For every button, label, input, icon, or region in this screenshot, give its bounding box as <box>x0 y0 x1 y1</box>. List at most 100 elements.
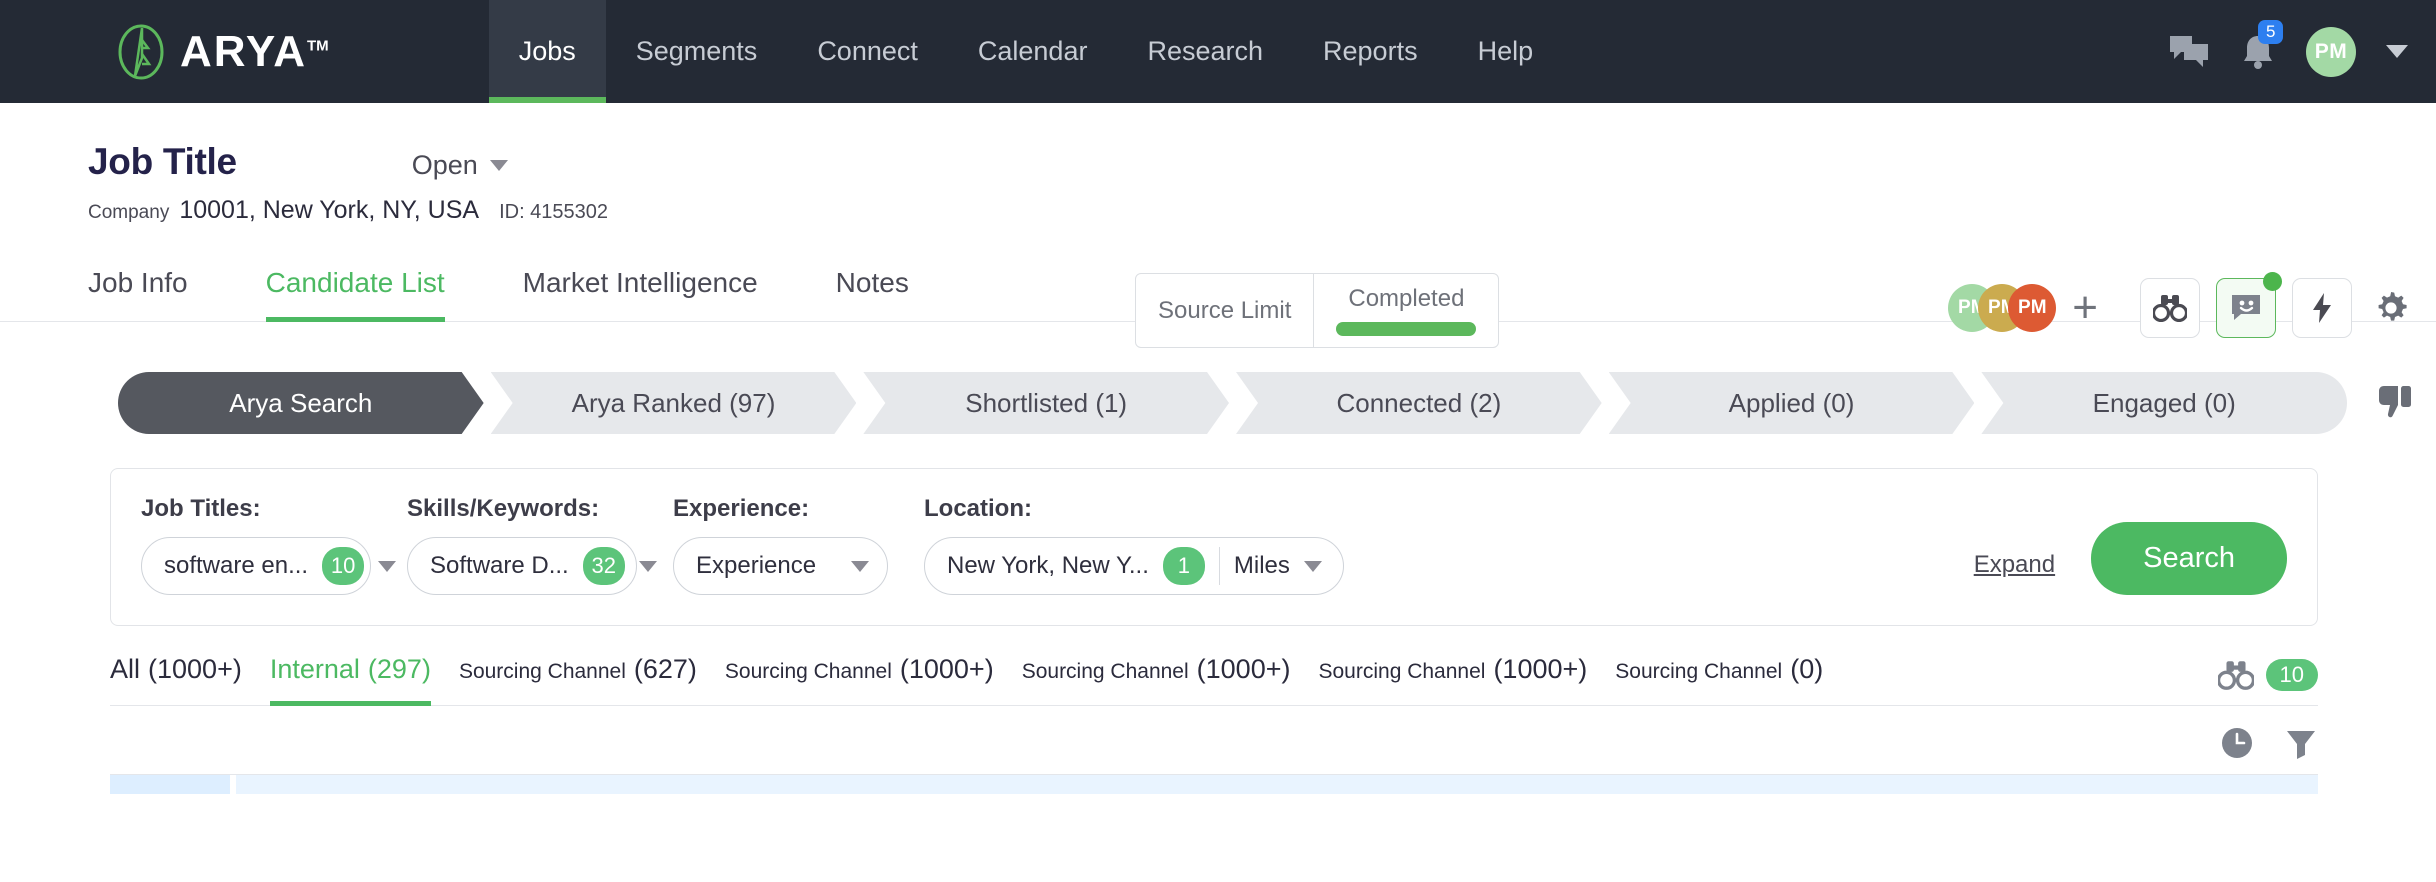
location-value: New York, New Y... <box>947 552 1149 580</box>
pipeline-step-arya-ranked[interactable]: Arya Ranked (97) <box>491 372 857 434</box>
nav-item-segments[interactable]: Segments <box>606 0 788 103</box>
tab-job-info[interactable]: Job Info <box>88 267 188 321</box>
brand-logo[interactable]: ARYATM <box>0 0 329 103</box>
nav-item-jobs[interactable]: Jobs <box>489 0 606 103</box>
tab-label: Job Info <box>88 267 188 298</box>
filter-button[interactable] <box>2284 726 2318 760</box>
avatar[interactable]: PM <box>2008 284 2056 332</box>
automation-button[interactable] <box>2292 278 2352 338</box>
location-dropdown[interactable]: New York, New Y... 1 Miles <box>924 537 1344 595</box>
nav-item-calendar[interactable]: Calendar <box>948 0 1118 103</box>
job-titles-dropdown[interactable]: software en... 10 <box>141 537 371 595</box>
binoculars-button[interactable] <box>2140 278 2200 338</box>
divider <box>1219 547 1220 585</box>
nav-label: Calendar <box>978 36 1088 67</box>
chat-button[interactable] <box>2168 34 2210 70</box>
candidate-pipeline: Arya Search Arya Ranked (97) Shortlisted… <box>0 372 2436 434</box>
pipeline-step-applied[interactable]: Applied (0) <box>1609 372 1975 434</box>
page-title: Job Title <box>88 141 237 183</box>
channel-tab-sourcing-3[interactable]: Sourcing Channel (1000+) <box>1022 654 1291 705</box>
tab-candidate-list[interactable]: Candidate List <box>266 267 445 321</box>
pipeline-track: Arya Search Arya Ranked (97) Shortlisted… <box>118 372 2354 434</box>
search-button[interactable]: Search <box>2091 522 2287 595</box>
brand-name: ARYATM <box>180 30 329 74</box>
pipeline-step-shortlisted[interactable]: Shortlisted (1) <box>863 372 1229 434</box>
channel-tab-internal[interactable]: Internal (297) <box>270 654 431 705</box>
tab-market-intelligence[interactable]: Market Intelligence <box>523 267 758 321</box>
notifications-button[interactable]: 5 <box>2240 32 2276 72</box>
job-header-actions: PM PM PM + <box>1948 278 2414 338</box>
brand-trademark: TM <box>307 37 329 54</box>
sourcing-channel-tabs: All (1000+) Internal (297) Sourcing Chan… <box>110 654 2318 706</box>
nav-right-actions: 5 PM <box>2168 0 2436 103</box>
pipeline-step-label: Applied (0) <box>1729 388 1855 419</box>
preview-cell <box>110 775 230 794</box>
profile-chevron-down-icon[interactable] <box>2386 45 2408 58</box>
settings-button[interactable] <box>2368 289 2414 327</box>
completed-cell[interactable]: Completed <box>1313 274 1498 347</box>
rejected-button[interactable] <box>2376 383 2414 423</box>
channel-tab-sourcing-5[interactable]: Sourcing Channel (0) <box>1615 654 1823 705</box>
channel-tab-all[interactable]: All (1000+) <box>110 654 242 705</box>
channel-count: (1000+) <box>1197 654 1291 685</box>
job-status-dropdown[interactable]: Open <box>412 150 508 181</box>
pipeline-step-label: Engaged (0) <box>2093 388 2236 419</box>
experience-dropdown[interactable]: Experience <box>673 537 888 595</box>
saved-searches-button[interactable]: 10 <box>2218 659 2318 705</box>
job-titles-label: Job Titles: <box>141 495 371 523</box>
candidate-list-preview <box>110 774 2318 794</box>
pipeline-step-engaged[interactable]: Engaged (0) <box>1981 372 2347 434</box>
experience-value: Experience <box>696 552 816 580</box>
channel-tab-sourcing-1[interactable]: Sourcing Channel (627) <box>459 654 697 705</box>
nav-item-connect[interactable]: Connect <box>787 0 948 103</box>
pipeline-step-arya-search[interactable]: Arya Search <box>118 372 484 434</box>
expand-link[interactable]: Expand <box>1974 551 2055 579</box>
chevron-down-icon <box>851 561 869 572</box>
nav-label: Research <box>1147 36 1263 67</box>
location-count: 1 <box>1163 547 1205 585</box>
channel-name: Sourcing Channel <box>459 660 626 684</box>
tab-label: Candidate List <box>266 267 445 298</box>
history-button[interactable] <box>2220 726 2254 760</box>
nav-label: Connect <box>817 36 918 67</box>
nav-item-research[interactable]: Research <box>1117 0 1293 103</box>
channel-tab-sourcing-4[interactable]: Sourcing Channel (1000+) <box>1318 654 1587 705</box>
channel-tab-sourcing-2[interactable]: Sourcing Channel (1000+) <box>725 654 994 705</box>
nav-label: Help <box>1478 36 1534 67</box>
chevron-down-icon <box>378 561 396 572</box>
location-unit: Miles <box>1234 552 1290 580</box>
skills-label: Skills/Keywords: <box>407 495 637 523</box>
tab-label: Notes <box>836 267 909 298</box>
chevron-down-icon <box>490 160 508 171</box>
tab-label: Market Intelligence <box>523 267 758 298</box>
job-titles-field-group: Job Titles: software en... 10 <box>141 495 371 595</box>
channel-count: (0) <box>1790 654 1823 685</box>
nav-label: Reports <box>1323 36 1418 67</box>
job-titles-count: 10 <box>322 547 364 585</box>
lightning-bolt-icon <box>2310 292 2334 324</box>
pipeline-step-label: Shortlisted (1) <box>965 388 1127 419</box>
channel-name: Sourcing Channel <box>725 660 892 684</box>
skills-field-group: Skills/Keywords: Software D... 32 <box>407 495 637 595</box>
thumbs-down-icon <box>2376 383 2414 423</box>
user-avatar[interactable]: PM <box>2306 27 2356 77</box>
job-subtitle: Company 10001, New York, NY, USA ID: 415… <box>88 196 608 225</box>
experience-field-group: Experience: Experience <box>673 495 888 595</box>
nav-item-help[interactable]: Help <box>1448 0 1564 103</box>
source-limit-widget: Source Limit Completed <box>1135 273 1499 348</box>
channel-count: (627) <box>634 654 697 685</box>
company-label: Company <box>88 202 169 224</box>
nav-item-reports[interactable]: Reports <box>1293 0 1448 103</box>
binoculars-icon <box>2153 294 2187 322</box>
tab-notes[interactable]: Notes <box>836 267 909 321</box>
source-limit-cell[interactable]: Source Limit <box>1136 274 1313 347</box>
channel-name: All <box>110 654 140 685</box>
channel-count: (1000+) <box>1493 654 1587 685</box>
preview-cell <box>236 775 2318 794</box>
messaging-button[interactable] <box>2216 278 2276 338</box>
add-collaborator-button[interactable]: + <box>2072 295 2098 321</box>
pipeline-step-connected[interactable]: Connected (2) <box>1236 372 1602 434</box>
channel-name: Sourcing Channel <box>1615 660 1782 684</box>
skills-dropdown[interactable]: Software D... 32 <box>407 537 637 595</box>
brand-name-text: ARYA <box>180 27 307 76</box>
